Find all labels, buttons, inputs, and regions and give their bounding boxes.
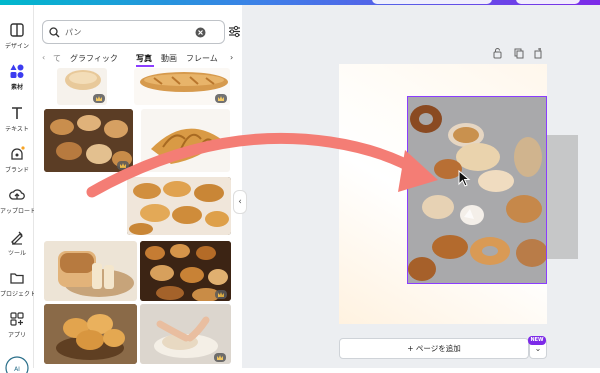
rail-item-brand[interactable]: ブランド: [0, 146, 34, 174]
toolbar-pill[interactable]: [516, 0, 580, 4]
photo-result[interactable]: [140, 304, 231, 364]
text-icon: [12, 107, 22, 119]
folder-icon: [10, 273, 24, 284]
rail-label: デザイン: [4, 43, 29, 50]
brand-icon: [11, 146, 25, 160]
rail-item-elements[interactable]: 素材: [0, 63, 34, 91]
toolbar-pill[interactable]: [372, 0, 492, 4]
chevron-right-icon[interactable]: ›: [230, 53, 233, 62]
tab-photos[interactable]: 写真: [136, 53, 152, 64]
photo-result[interactable]: [134, 68, 230, 105]
add-page-icon[interactable]: [534, 48, 542, 59]
search-icon: [49, 27, 60, 38]
search-value: パン: [65, 28, 82, 37]
sliced-bread-photo: [58, 251, 134, 297]
side-rail: デザイン 素材 テキスト ブランド アップロード ツール プロジェクト アプリ …: [0, 5, 37, 373]
lock-icon[interactable]: [493, 48, 502, 59]
tab-graphics[interactable]: グラフィック: [70, 53, 118, 64]
rolls-basket-photo: [44, 304, 137, 364]
collapse-panel-button[interactable]: ‹: [233, 190, 247, 214]
rail-label: ブランド: [4, 167, 29, 174]
add-page-button[interactable]: + ページを追加: [339, 338, 529, 359]
croissants-pile-photo: [127, 177, 231, 235]
photo-result[interactable]: [44, 109, 133, 172]
duplicate-icon[interactable]: [514, 48, 524, 59]
premium-crown-icon: [215, 290, 227, 299]
rail-item-design[interactable]: デザイン: [0, 22, 34, 50]
chevron-left-icon[interactable]: ‹: [42, 53, 45, 62]
rail-label: プロジェクト: [0, 291, 37, 298]
photo-result[interactable]: [140, 241, 231, 301]
premium-crown-icon: [214, 353, 226, 362]
tab-videos[interactable]: 動画: [161, 53, 177, 64]
rail-label: テキスト: [5, 126, 29, 133]
tools-icon: [11, 231, 23, 245]
elements-icon: [10, 64, 24, 78]
tabs-start-label: て: [53, 54, 61, 63]
premium-crown-icon: [215, 94, 227, 103]
filter-icon[interactable]: [228, 25, 241, 38]
photo-result[interactable]: [57, 68, 107, 105]
rail-label: ツール: [7, 250, 26, 257]
croissant-photo: [151, 128, 221, 164]
rail-item-text[interactable]: テキスト: [0, 105, 34, 133]
rail-label: 素材: [10, 84, 23, 91]
mouse-cursor-icon: [458, 170, 471, 187]
rail-item-upload[interactable]: アップロード: [0, 187, 37, 215]
search-input[interactable]: パン: [42, 20, 225, 44]
drag-ghost-image: [547, 135, 578, 259]
photo-result[interactable]: [44, 304, 137, 364]
tab-frames[interactable]: フレーム: [186, 53, 218, 64]
photo-result[interactable]: [141, 109, 230, 172]
new-badge: NEW: [528, 336, 546, 345]
layout-icon: [10, 23, 24, 37]
elements-panel: パン ‹ て グラフィック 写真 動画 フレーム ›: [34, 5, 242, 368]
category-tabs: ‹ て グラフィック 写真 動画 フレーム ›: [42, 51, 242, 67]
photo-result[interactable]: [44, 241, 137, 301]
rail-label: アプリ: [7, 332, 26, 339]
selected-photo[interactable]: [407, 96, 547, 284]
rail-label: アップロード: [0, 208, 37, 215]
bread-flatlay-photo: [408, 97, 546, 283]
premium-crown-icon: [93, 94, 105, 103]
tab-active-indicator: [136, 65, 154, 67]
upload-icon: [9, 189, 25, 200]
photo-result[interactable]: [127, 177, 231, 235]
premium-crown-icon: [117, 161, 129, 170]
rail-item-tools[interactable]: ツール: [0, 229, 34, 257]
svg-text:AI: AI: [14, 366, 20, 373]
page-actions: [493, 48, 542, 59]
avatar-icon[interactable]: AI: [4, 355, 30, 373]
clear-icon[interactable]: [195, 27, 206, 38]
rail-item-projects[interactable]: プロジェクト: [0, 270, 37, 298]
rail-item-apps[interactable]: アプリ: [0, 311, 34, 339]
apps-icon: [10, 312, 24, 326]
